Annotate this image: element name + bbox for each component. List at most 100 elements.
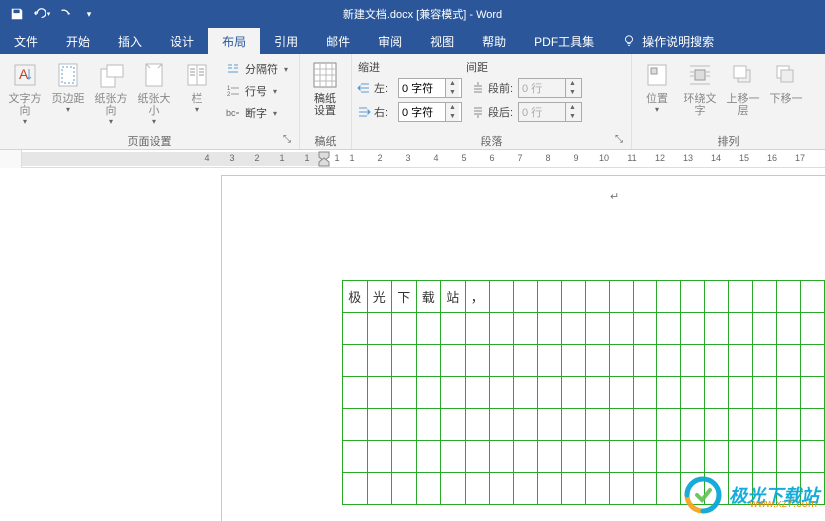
svg-text:bc: bc — [226, 108, 236, 118]
spinner-up[interactable]: ▲ — [446, 79, 459, 88]
grid-row — [343, 473, 825, 505]
grid-cell[interactable]: ， — [465, 281, 490, 313]
caret-icon: ▾ — [109, 117, 113, 126]
send-backward-button[interactable]: 下移一 — [765, 57, 807, 107]
group-page-setup: A 文字方向 ▾ 页边距 ▾ 纸张方向 ▾ — [0, 54, 300, 149]
vertical-ruler-gutter — [0, 150, 22, 521]
margins-button[interactable]: 页边距 ▾ — [47, 57, 89, 116]
grid-row — [343, 409, 825, 441]
indent-header: 缩进 — [356, 59, 466, 75]
columns-button[interactable]: 栏 ▾ — [176, 57, 218, 116]
manuscript-settings-button[interactable]: 稿纸设置 — [304, 57, 346, 119]
spacing-after-input[interactable]: ▲▼ — [518, 102, 582, 122]
grid-cell[interactable] — [753, 281, 777, 313]
page-setup-launcher[interactable]: ⤡ — [281, 134, 293, 146]
qat-customize-button[interactable]: ▾ — [78, 3, 100, 25]
document-area[interactable]: ↵ 极 光 下 载 站 ， — [22, 168, 825, 521]
caret-icon: ▾ — [152, 117, 156, 126]
line-numbers-button[interactable]: 12 行号 ▾ — [221, 80, 292, 102]
grid-cell[interactable] — [633, 281, 657, 313]
wrap-text-button[interactable]: 环绕文字 — [679, 57, 721, 119]
grid-cell[interactable] — [777, 281, 801, 313]
group-manuscript: 稿纸设置 稿纸 — [300, 54, 352, 149]
title-bar: ▾ ▾ 新建文档.docx [兼容模式] - Word — [0, 0, 825, 28]
indent-left-label: 左: — [374, 80, 396, 96]
size-button[interactable]: 纸张大小 ▾ — [133, 57, 175, 128]
group-label-paragraph: 段落 ⤡ — [356, 133, 627, 149]
position-button[interactable]: 位置 ▾ — [636, 57, 678, 116]
spinner-up[interactable]: ▲ — [566, 79, 579, 88]
group-label-page-setup: 页面设置 ⤡ — [4, 133, 295, 149]
grid-cell[interactable] — [800, 281, 824, 313]
tab-pdf-tools[interactable]: PDF工具集 — [520, 28, 608, 54]
grid-cell[interactable] — [729, 281, 753, 313]
grid-cell[interactable] — [609, 281, 633, 313]
grid-cell[interactable] — [681, 281, 705, 313]
breaks-button[interactable]: 分隔符 ▾ — [221, 58, 292, 80]
ribbon-tabs: 文件 开始 插入 设计 布局 引用 邮件 审阅 视图 帮助 PDF工具集 操作说… — [0, 28, 825, 54]
indent-left-input[interactable]: ▲▼ — [398, 78, 462, 98]
tell-me-search[interactable]: 操作说明搜索 — [608, 28, 728, 54]
tab-layout[interactable]: 布局 — [208, 28, 260, 54]
tab-review[interactable]: 审阅 — [364, 28, 416, 54]
tab-mailings[interactable]: 邮件 — [312, 28, 364, 54]
tab-design[interactable]: 设计 — [156, 28, 208, 54]
manuscript-grid[interactable]: 极 光 下 载 站 ， — [342, 280, 825, 505]
grid-cell[interactable]: 载 — [416, 281, 441, 313]
grid-cell[interactable]: 下 — [392, 281, 417, 313]
size-icon — [138, 59, 170, 91]
tab-help[interactable]: 帮助 — [468, 28, 520, 54]
grid-cell[interactable] — [537, 281, 561, 313]
indent-marker[interactable] — [318, 150, 328, 168]
redo-button[interactable] — [54, 3, 76, 25]
tab-view[interactable]: 视图 — [416, 28, 468, 54]
tab-references[interactable]: 引用 — [260, 28, 312, 54]
tab-file[interactable]: 文件 — [0, 28, 52, 54]
spinner-up[interactable]: ▲ — [446, 103, 459, 112]
spacing-after-icon — [470, 104, 486, 120]
grid-cell[interactable] — [585, 281, 609, 313]
indent-right-input[interactable]: ▲▼ — [398, 102, 462, 122]
grid-cell[interactable] — [490, 281, 514, 313]
lightbulb-icon — [622, 34, 636, 48]
caret-icon: ▾ — [273, 87, 277, 96]
bring-forward-button[interactable]: 上移一层 — [722, 57, 764, 119]
save-button[interactable] — [6, 3, 28, 25]
grid-cell[interactable] — [561, 281, 585, 313]
grid-row — [343, 313, 825, 345]
spacing-before-icon — [470, 80, 486, 96]
spinner-down[interactable]: ▼ — [446, 88, 459, 97]
caret-icon: ▾ — [23, 117, 27, 126]
horizontal-ruler[interactable]: 4 3 2 1 1 1 1 2 3 4 5 6 7 8 9 10 11 12 1… — [22, 150, 825, 168]
text-direction-button[interactable]: A 文字方向 ▾ — [4, 57, 46, 128]
grid-cell[interactable] — [657, 281, 681, 313]
svg-text:A: A — [19, 66, 29, 82]
undo-button[interactable]: ▾ — [30, 3, 52, 25]
vertical-ruler[interactable] — [0, 168, 22, 521]
ribbon: A 文字方向 ▾ 页边距 ▾ 纸张方向 ▾ — [0, 54, 825, 150]
grid-cell[interactable] — [705, 281, 729, 313]
spinner-down[interactable]: ▼ — [446, 112, 459, 121]
window-title: 新建文档.docx [兼容模式] - Word — [100, 6, 745, 22]
grid-cell[interactable]: 站 — [441, 281, 466, 313]
spacing-before-label: 段前: — [488, 80, 516, 96]
tab-home[interactable]: 开始 — [52, 28, 104, 54]
caret-icon: ▾ — [195, 105, 199, 114]
grid-cell[interactable] — [513, 281, 537, 313]
grid-cell[interactable]: 极 — [343, 281, 368, 313]
line-numbers-icon: 12 — [225, 83, 241, 99]
grid-cell[interactable]: 光 — [367, 281, 392, 313]
spinner-down[interactable]: ▼ — [566, 88, 579, 97]
spinner-up[interactable]: ▲ — [566, 103, 579, 112]
hyphenation-button[interactable]: bc 断字 ▾ — [221, 102, 292, 124]
grid-row — [343, 345, 825, 377]
indent-left-icon — [356, 80, 372, 96]
group-label-arrange: 排列 — [636, 133, 821, 149]
caret-icon: ▾ — [655, 105, 659, 114]
margins-icon — [52, 59, 84, 91]
orientation-button[interactable]: 纸张方向 ▾ — [90, 57, 132, 128]
tab-insert[interactable]: 插入 — [104, 28, 156, 54]
paragraph-launcher[interactable]: ⤡ — [613, 134, 625, 146]
spinner-down[interactable]: ▼ — [566, 112, 579, 121]
spacing-before-input[interactable]: ▲▼ — [518, 78, 582, 98]
